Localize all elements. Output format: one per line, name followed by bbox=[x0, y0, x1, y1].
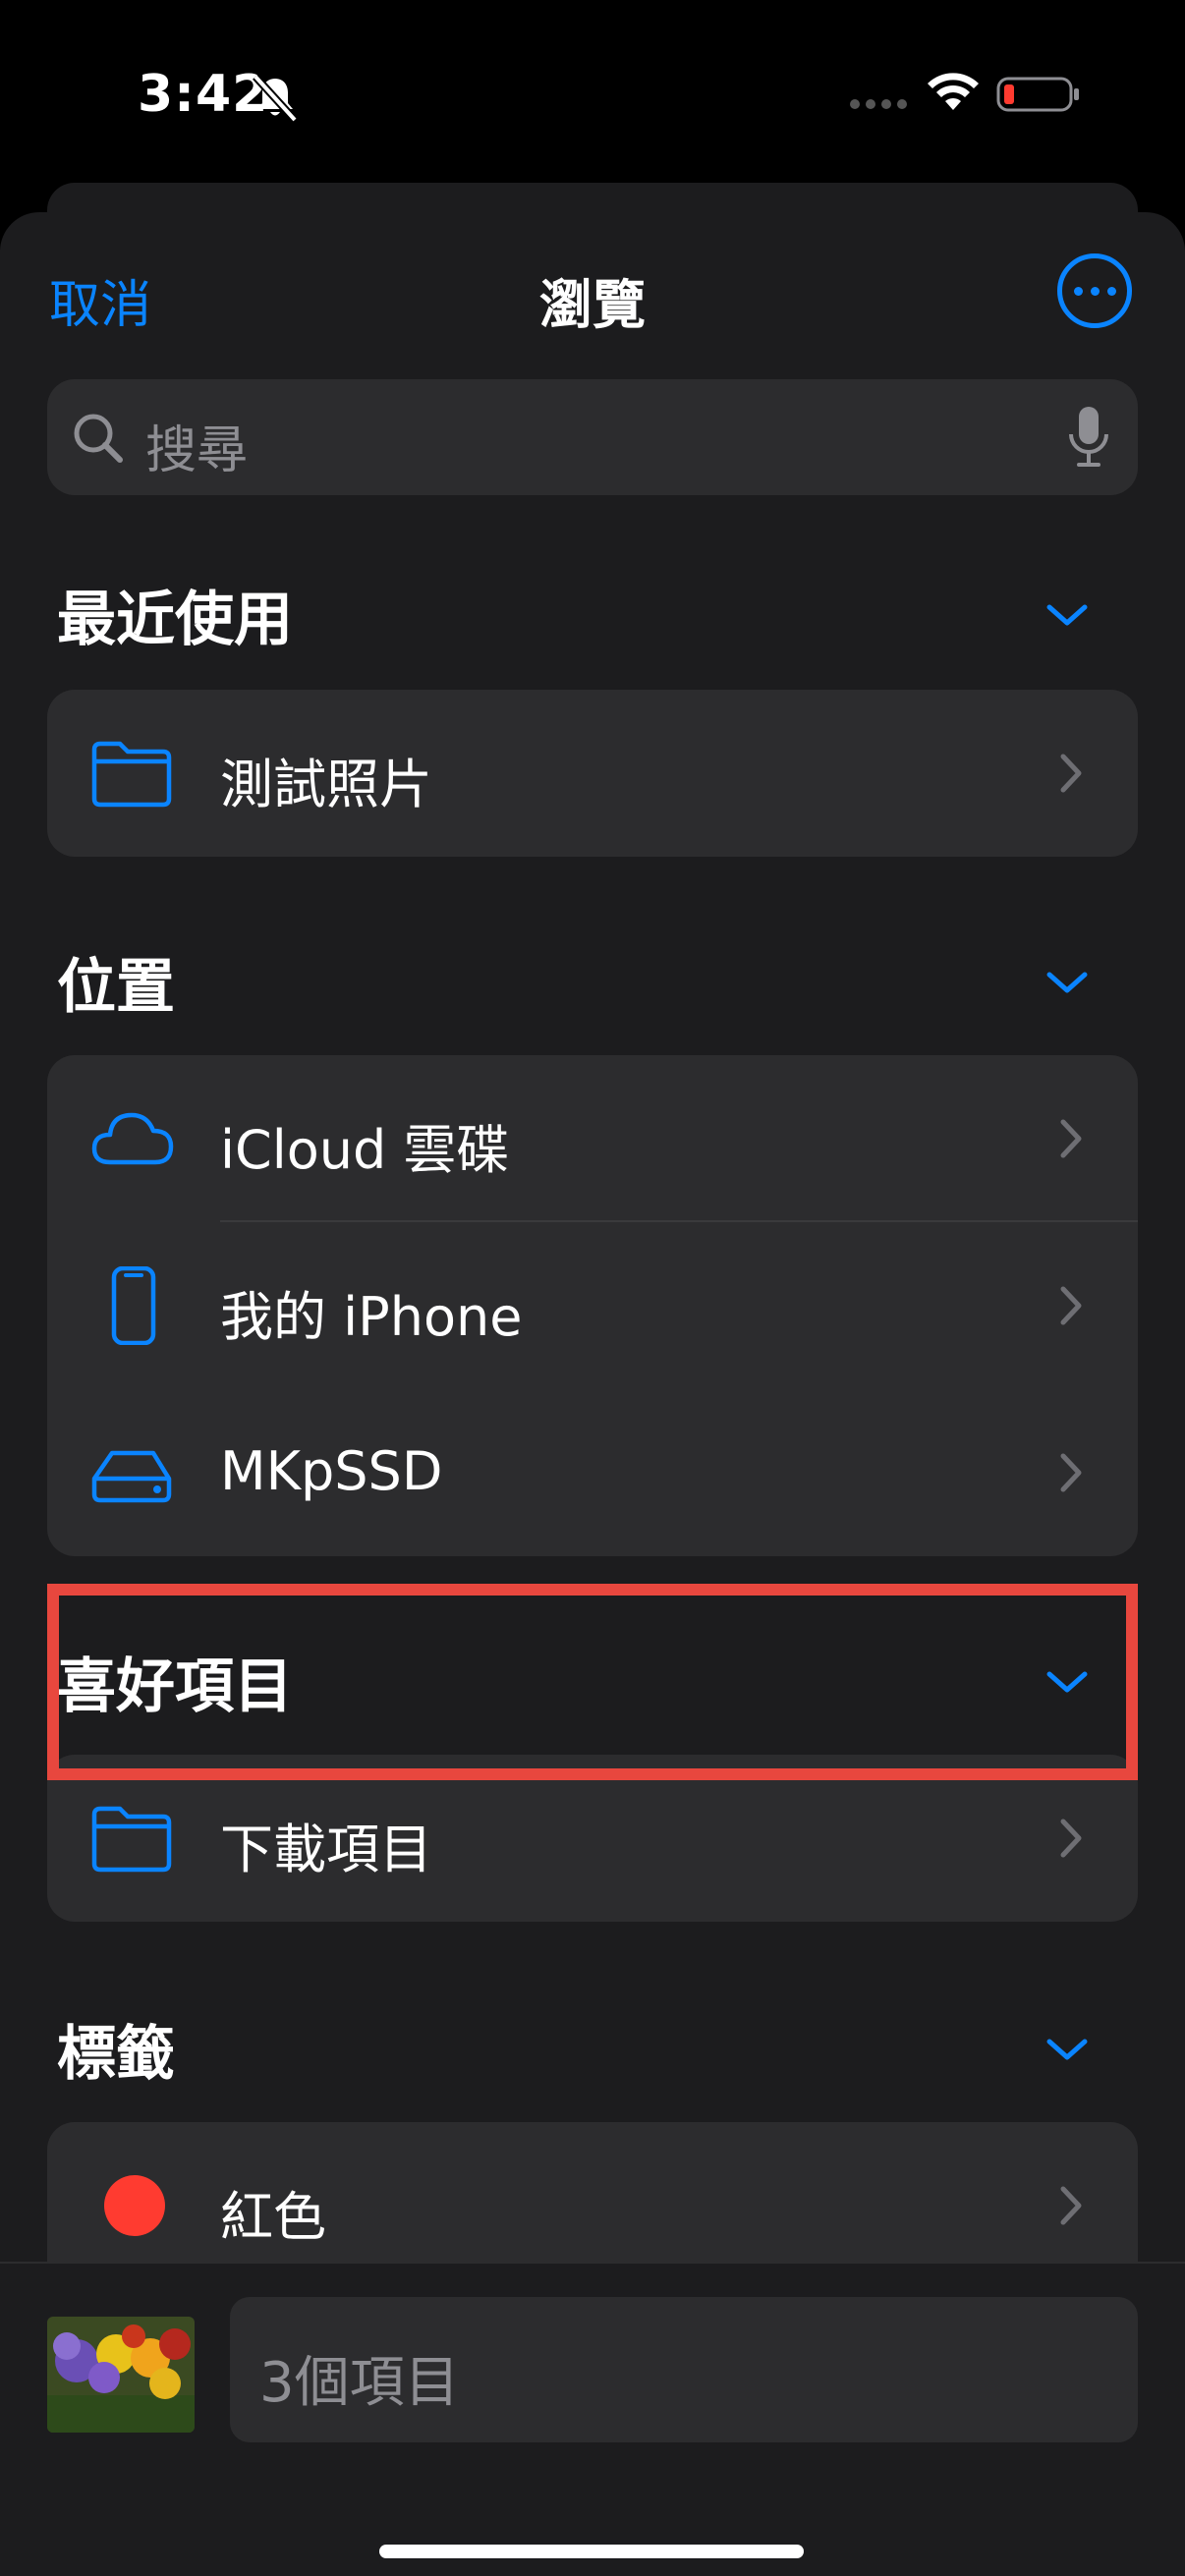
chevron-right-icon bbox=[1060, 1119, 1082, 1158]
list-item-mkpssd[interactable]: MKpSSD bbox=[47, 1389, 1138, 1556]
list-item-label: 紅色 bbox=[220, 2186, 326, 2248]
list-item-label: iCloud 雲碟 bbox=[220, 1119, 510, 1181]
bottom-bar: 3個項目 bbox=[0, 2262, 1185, 2576]
chevron-right-icon bbox=[1060, 754, 1082, 793]
iphone-icon bbox=[111, 1266, 156, 1345]
chevron-down-icon[interactable] bbox=[1044, 599, 1091, 631]
recent-group: 測試照片 bbox=[47, 690, 1138, 857]
search-field[interactable]: 搜尋 bbox=[47, 379, 1138, 495]
browse-sheet: 取消 瀏覽 搜尋 最近使用 測試照片 位置 iCloud 雲碟 我的 iPhon… bbox=[0, 212, 1185, 2576]
cloud-icon bbox=[91, 1112, 174, 1165]
section-title-tags: 標籤 bbox=[57, 2020, 175, 2089]
chevron-right-icon bbox=[1060, 1286, 1082, 1325]
item-count-label: 3個項目 bbox=[259, 2351, 460, 2415]
list-item-label: 下載項目 bbox=[220, 1819, 432, 1880]
section-title-locations: 位置 bbox=[57, 953, 175, 1022]
list-item-label: MKpSSD bbox=[220, 1440, 443, 1502]
home-indicator[interactable] bbox=[379, 2545, 804, 2558]
wifi-icon bbox=[928, 73, 979, 110]
page-title: 瀏覽 bbox=[539, 274, 646, 336]
microphone-icon[interactable] bbox=[1061, 403, 1116, 472]
section-title-recent: 最近使用 bbox=[57, 586, 293, 654]
cellular-signal-icon bbox=[850, 99, 907, 109]
list-item-icloud-drive[interactable]: iCloud 雲碟 bbox=[47, 1055, 1138, 1222]
list-item-downloads[interactable]: 下載項目 bbox=[47, 1755, 1138, 1922]
chevron-down-icon[interactable] bbox=[1044, 1666, 1091, 1698]
chevron-right-icon bbox=[1060, 1453, 1082, 1492]
red-tag-dot-icon bbox=[104, 2175, 165, 2236]
drive-icon bbox=[91, 1450, 172, 1503]
search-input[interactable]: 搜尋 bbox=[145, 409, 248, 482]
folder-icon bbox=[91, 1806, 172, 1873]
chevron-down-icon[interactable] bbox=[1044, 967, 1091, 998]
list-item-on-my-iphone[interactable]: 我的 iPhone bbox=[47, 1222, 1138, 1389]
search-icon bbox=[74, 414, 123, 463]
item-count-field: 3個項目 bbox=[230, 2297, 1138, 2442]
section-title-favorites: 喜好項目 bbox=[57, 1652, 293, 1721]
silent-bell-icon bbox=[253, 74, 298, 123]
list-item-recent-photos[interactable]: 測試照片 bbox=[47, 690, 1138, 857]
chevron-right-icon bbox=[1060, 1819, 1082, 1858]
battery-icon bbox=[996, 77, 1079, 112]
photo-thumbnail bbox=[47, 2317, 195, 2433]
list-item-label: 測試照片 bbox=[220, 754, 432, 815]
chevron-down-icon[interactable] bbox=[1044, 2034, 1091, 2065]
status-bar: 3:42 bbox=[0, 0, 1185, 177]
list-item-label: 我的 iPhone bbox=[220, 1286, 523, 1348]
chevron-right-icon bbox=[1060, 2186, 1082, 2225]
folder-icon bbox=[91, 741, 172, 808]
ellipsis-icon bbox=[1073, 286, 1083, 296]
locations-group: iCloud 雲碟 我的 iPhone MKpSSD bbox=[47, 1055, 1138, 1556]
more-options-button[interactable] bbox=[1057, 253, 1132, 328]
favorites-group: 下載項目 bbox=[47, 1755, 1138, 1922]
